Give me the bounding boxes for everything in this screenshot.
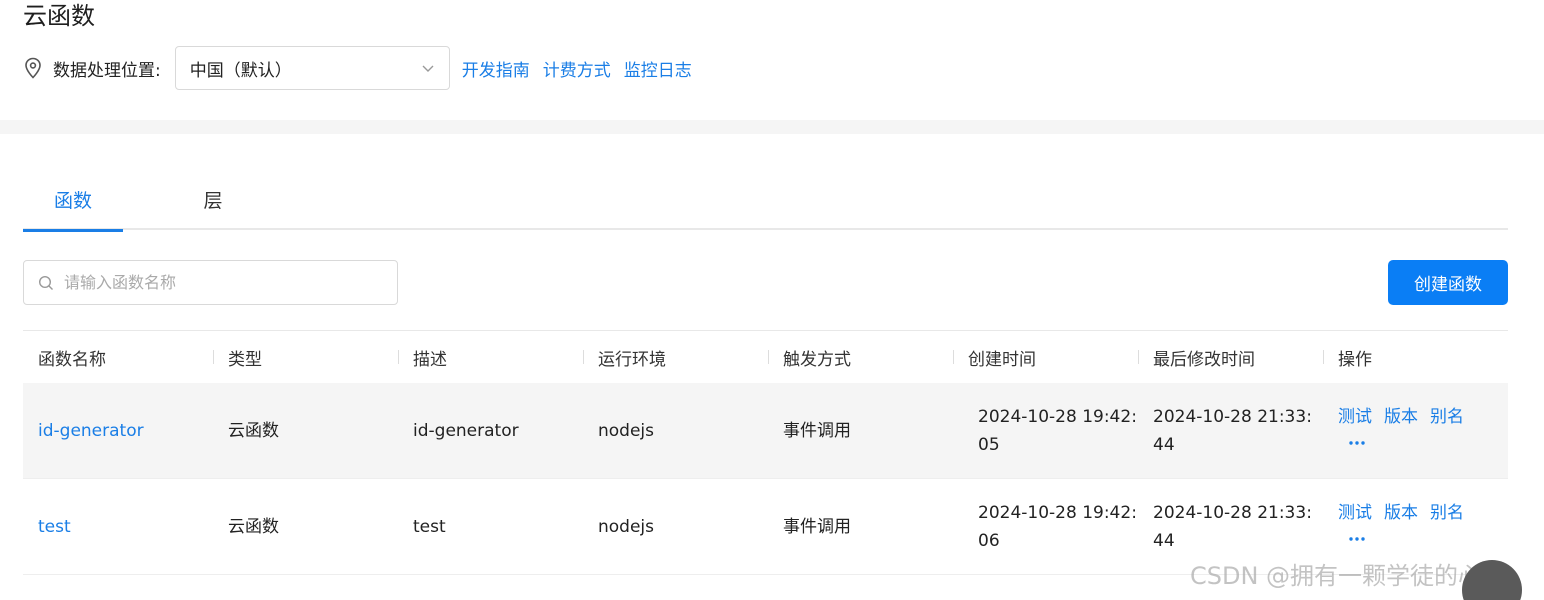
modified-time-line1: 2024-10-28 21:33: <box>1153 406 1312 427</box>
tab-functions[interactable]: 函数 <box>23 176 123 232</box>
function-modified-time: 2024-10-28 21:33: 44 <box>1138 403 1323 459</box>
header-created: 创建时间 <box>953 345 1138 370</box>
search-box <box>23 260 398 305</box>
function-modified-time: 2024-10-28 21:33: 44 <box>1138 499 1323 555</box>
row-actions: 测试 版本 别名 <box>1323 499 1508 555</box>
location-pin-icon <box>23 57 43 79</box>
function-created-time: 2024-10-28 19:42: 06 <box>953 499 1138 555</box>
modified-time-line2: 44 <box>1153 434 1175 455</box>
test-action-link[interactable]: 测试 <box>1338 499 1372 527</box>
function-description: id-generator <box>413 420 519 441</box>
created-time-line1: 2024-10-28 19:42: <box>978 406 1137 427</box>
header-links: 开发指南 计费方式 监控日志 <box>462 56 692 81</box>
region-label: 数据处理位置: <box>53 60 161 81</box>
alias-action-link[interactable]: 别名 <box>1430 499 1464 527</box>
version-action-link[interactable]: 版本 <box>1384 499 1418 527</box>
tab-bar: 函数 层 <box>23 176 1508 232</box>
billing-link[interactable]: 计费方式 <box>543 56 611 81</box>
more-icon[interactable] <box>1348 532 1366 546</box>
created-time-line2: 06 <box>978 530 1000 551</box>
version-action-link[interactable]: 版本 <box>1384 403 1418 431</box>
header-runtime: 运行环境 <box>583 345 768 370</box>
tab-layers[interactable]: 层 <box>163 176 263 230</box>
header-actions: 操作 <box>1323 345 1508 370</box>
table-row: id-generator 云函数 id-generator nodejs 事件调… <box>23 383 1508 479</box>
created-time-line1: 2024-10-28 19:42: <box>978 502 1137 523</box>
header-trigger: 触发方式 <box>768 345 953 370</box>
create-function-button[interactable]: 创建函数 <box>1388 260 1508 305</box>
page-title: 云函数 <box>23 2 95 30</box>
function-description: test <box>413 516 446 537</box>
function-name-link[interactable]: id-generator <box>23 417 213 445</box>
function-type: 云函数 <box>228 516 279 537</box>
header-name: 函数名称 <box>38 349 106 370</box>
function-trigger: 事件调用 <box>783 516 851 537</box>
header-type: 类型 <box>213 345 398 370</box>
region-select[interactable]: 中国（默认） <box>174 46 450 90</box>
more-icon[interactable] <box>1348 436 1366 450</box>
search-input[interactable] <box>64 262 397 303</box>
monitor-log-link[interactable]: 监控日志 <box>624 56 692 81</box>
header-description: 描述 <box>398 345 583 370</box>
row-actions: 测试 版本 别名 <box>1323 403 1508 459</box>
chevron-down-icon <box>421 61 435 75</box>
dev-guide-link[interactable]: 开发指南 <box>462 56 530 81</box>
created-time-line2: 05 <box>978 434 1000 455</box>
function-runtime: nodejs <box>598 516 655 537</box>
watermark: CSDN @拥有一颗学徒的心 <box>1190 562 1483 590</box>
functions-table: 函数名称 类型 描述 运行环境 触发方式 创建时间 最后修改时间 操作 id-g… <box>23 330 1508 575</box>
function-trigger: 事件调用 <box>783 420 851 441</box>
section-divider <box>0 120 1544 134</box>
alias-action-link[interactable]: 别名 <box>1430 403 1464 431</box>
modified-time-line1: 2024-10-28 21:33: <box>1153 502 1312 523</box>
function-runtime: nodejs <box>598 420 655 441</box>
function-type: 云函数 <box>228 420 279 441</box>
region-select-value: 中国（默认） <box>189 60 292 81</box>
function-created-time: 2024-10-28 19:42: 05 <box>953 403 1138 459</box>
test-action-link[interactable]: 测试 <box>1338 403 1372 431</box>
table-header: 函数名称 类型 描述 运行环境 触发方式 创建时间 最后修改时间 操作 <box>23 331 1508 383</box>
function-name-link[interactable]: test <box>23 513 213 541</box>
region-row: 数据处理位置: 中国（默认） 开发指南 计费方式 监控日志 <box>23 46 692 90</box>
modified-time-line2: 44 <box>1153 530 1175 551</box>
header-modified: 最后修改时间 <box>1138 345 1323 370</box>
search-icon <box>38 275 54 291</box>
